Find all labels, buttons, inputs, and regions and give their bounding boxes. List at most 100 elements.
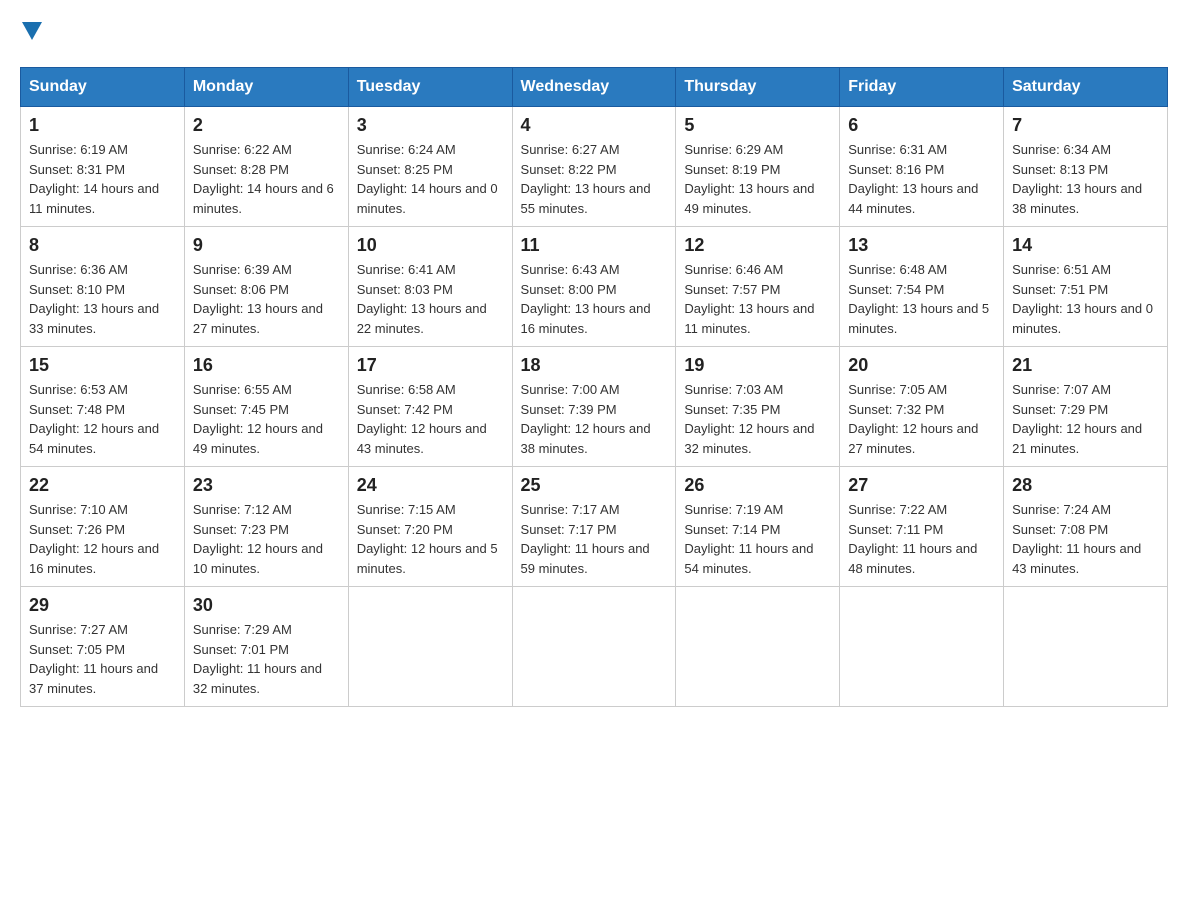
day-number: 17 [357, 355, 504, 376]
day-info: Sunrise: 6:31 AMSunset: 8:16 PMDaylight:… [848, 140, 995, 218]
day-number: 21 [1012, 355, 1159, 376]
table-row: 8 Sunrise: 6:36 AMSunset: 8:10 PMDaylight… [21, 227, 185, 347]
day-info: Sunrise: 7:05 AMSunset: 7:32 PMDaylight:… [848, 380, 995, 458]
table-row [676, 587, 840, 707]
day-number: 29 [29, 595, 176, 616]
calendar-week-row: 22 Sunrise: 7:10 AMSunset: 7:26 PMDayligh… [21, 467, 1168, 587]
table-row: 25 Sunrise: 7:17 AMSunset: 7:17 PMDayligh… [512, 467, 676, 587]
col-tuesday: Tuesday [348, 68, 512, 107]
day-info: Sunrise: 7:22 AMSunset: 7:11 PMDaylight:… [848, 500, 995, 578]
day-info: Sunrise: 7:03 AMSunset: 7:35 PMDaylight:… [684, 380, 831, 458]
day-number: 16 [193, 355, 340, 376]
table-row: 19Sunrise: 7:03 AMSunset: 7:35 PMDayligh… [676, 347, 840, 467]
table-row: 12 Sunrise: 6:46 AMSunset: 7:57 PMDayligh… [676, 227, 840, 347]
day-number: 18 [521, 355, 668, 376]
day-info: Sunrise: 6:34 AMSunset: 8:13 PMDaylight:… [1012, 140, 1159, 218]
table-row: 23Sunrise: 7:12 AMSunset: 7:23 PMDayligh… [184, 467, 348, 587]
calendar-week-row: 1 Sunrise: 6:19 AMSunset: 8:31 PMDaylight… [21, 107, 1168, 227]
table-row: 1 Sunrise: 6:19 AMSunset: 8:31 PMDaylight… [21, 107, 185, 227]
day-info: Sunrise: 6:39 AMSunset: 8:06 PMDaylight:… [193, 260, 340, 338]
table-row [840, 587, 1004, 707]
table-row: 6 Sunrise: 6:31 AMSunset: 8:16 PMDaylight… [840, 107, 1004, 227]
calendar-week-row: 15Sunrise: 6:53 AMSunset: 7:48 PMDayligh… [21, 347, 1168, 467]
day-number: 8 [29, 235, 176, 256]
day-number: 11 [521, 235, 668, 256]
day-number: 2 [193, 115, 340, 136]
table-row: 16 Sunrise: 6:55 AMSunset: 7:45 PMDayligh… [184, 347, 348, 467]
day-number: 27 [848, 475, 995, 496]
table-row [512, 587, 676, 707]
table-row: 15Sunrise: 6:53 AMSunset: 7:48 PMDayligh… [21, 347, 185, 467]
day-number: 12 [684, 235, 831, 256]
calendar-week-row: 29 Sunrise: 7:27 AMSunset: 7:05 PMDayligh… [21, 587, 1168, 707]
day-info: Sunrise: 6:19 AMSunset: 8:31 PMDaylight:… [29, 140, 176, 218]
day-info: Sunrise: 6:58 AMSunset: 7:42 PMDaylight:… [357, 380, 504, 458]
table-row: 28 Sunrise: 7:24 AMSunset: 7:08 PMDayligh… [1004, 467, 1168, 587]
calendar-week-row: 8 Sunrise: 6:36 AMSunset: 8:10 PMDaylight… [21, 227, 1168, 347]
day-number: 25 [521, 475, 668, 496]
page-header [20, 20, 1168, 47]
table-row: 30 Sunrise: 7:29 AMSunset: 7:01 PMDayligh… [184, 587, 348, 707]
day-number: 5 [684, 115, 831, 136]
calendar-table: Sunday Monday Tuesday Wednesday Thursday… [20, 67, 1168, 707]
day-number: 13 [848, 235, 995, 256]
day-number: 28 [1012, 475, 1159, 496]
day-info: Sunrise: 6:51 AMSunset: 7:51 PMDaylight:… [1012, 260, 1159, 338]
day-info: Sunrise: 6:43 AMSunset: 8:00 PMDaylight:… [521, 260, 668, 338]
day-info: Sunrise: 7:00 AMSunset: 7:39 PMDaylight:… [521, 380, 668, 458]
day-info: Sunrise: 7:15 AMSunset: 7:20 PMDaylight:… [357, 500, 504, 578]
day-number: 4 [521, 115, 668, 136]
day-info: Sunrise: 7:19 AMSunset: 7:14 PMDaylight:… [684, 500, 831, 578]
table-row: 10 Sunrise: 6:41 AMSunset: 8:03 PMDayligh… [348, 227, 512, 347]
table-row: 24Sunrise: 7:15 AMSunset: 7:20 PMDayligh… [348, 467, 512, 587]
day-number: 14 [1012, 235, 1159, 256]
day-number: 1 [29, 115, 176, 136]
calendar-header-row: Sunday Monday Tuesday Wednesday Thursday… [21, 68, 1168, 107]
table-row [1004, 587, 1168, 707]
col-monday: Monday [184, 68, 348, 107]
table-row: 13Sunrise: 6:48 AMSunset: 7:54 PMDayligh… [840, 227, 1004, 347]
col-thursday: Thursday [676, 68, 840, 107]
day-info: Sunrise: 6:41 AMSunset: 8:03 PMDaylight:… [357, 260, 504, 338]
table-row: 3 Sunrise: 6:24 AMSunset: 8:25 PMDaylight… [348, 107, 512, 227]
day-number: 6 [848, 115, 995, 136]
day-number: 10 [357, 235, 504, 256]
table-row: 7 Sunrise: 6:34 AMSunset: 8:13 PMDaylight… [1004, 107, 1168, 227]
day-number: 22 [29, 475, 176, 496]
day-info: Sunrise: 6:46 AMSunset: 7:57 PMDaylight:… [684, 260, 831, 338]
day-number: 30 [193, 595, 340, 616]
day-number: 23 [193, 475, 340, 496]
table-row: 27 Sunrise: 7:22 AMSunset: 7:11 PMDayligh… [840, 467, 1004, 587]
day-info: Sunrise: 6:24 AMSunset: 8:25 PMDaylight:… [357, 140, 504, 218]
table-row: 18 Sunrise: 7:00 AMSunset: 7:39 PMDayligh… [512, 347, 676, 467]
day-info: Sunrise: 6:27 AMSunset: 8:22 PMDaylight:… [521, 140, 668, 218]
table-row: 14 Sunrise: 6:51 AMSunset: 7:51 PMDayligh… [1004, 227, 1168, 347]
day-number: 7 [1012, 115, 1159, 136]
day-info: Sunrise: 6:29 AMSunset: 8:19 PMDaylight:… [684, 140, 831, 218]
day-number: 20 [848, 355, 995, 376]
table-row: 11 Sunrise: 6:43 AMSunset: 8:00 PMDayligh… [512, 227, 676, 347]
day-info: Sunrise: 6:53 AMSunset: 7:48 PMDaylight:… [29, 380, 176, 458]
day-info: Sunrise: 7:10 AMSunset: 7:26 PMDaylight:… [29, 500, 176, 578]
day-number: 9 [193, 235, 340, 256]
day-info: Sunrise: 6:22 AMSunset: 8:28 PMDaylight:… [193, 140, 340, 218]
col-friday: Friday [840, 68, 1004, 107]
day-info: Sunrise: 6:36 AMSunset: 8:10 PMDaylight:… [29, 260, 176, 338]
table-row: 21 Sunrise: 7:07 AMSunset: 7:29 PMDayligh… [1004, 347, 1168, 467]
table-row: 5 Sunrise: 6:29 AMSunset: 8:19 PMDaylight… [676, 107, 840, 227]
table-row [348, 587, 512, 707]
day-info: Sunrise: 6:55 AMSunset: 7:45 PMDaylight:… [193, 380, 340, 458]
table-row: 20 Sunrise: 7:05 AMSunset: 7:32 PMDayligh… [840, 347, 1004, 467]
day-info: Sunrise: 7:17 AMSunset: 7:17 PMDaylight:… [521, 500, 668, 578]
table-row: 26Sunrise: 7:19 AMSunset: 7:14 PMDayligh… [676, 467, 840, 587]
table-row: 4 Sunrise: 6:27 AMSunset: 8:22 PMDaylight… [512, 107, 676, 227]
day-info: Sunrise: 7:27 AMSunset: 7:05 PMDaylight:… [29, 620, 176, 698]
day-info: Sunrise: 7:07 AMSunset: 7:29 PMDaylight:… [1012, 380, 1159, 458]
col-sunday: Sunday [21, 68, 185, 107]
day-number: 3 [357, 115, 504, 136]
table-row: 9 Sunrise: 6:39 AMSunset: 8:06 PMDaylight… [184, 227, 348, 347]
table-row: 2 Sunrise: 6:22 AMSunset: 8:28 PMDaylight… [184, 107, 348, 227]
day-info: Sunrise: 7:29 AMSunset: 7:01 PMDaylight:… [193, 620, 340, 698]
day-info: Sunrise: 7:24 AMSunset: 7:08 PMDaylight:… [1012, 500, 1159, 578]
table-row: 29 Sunrise: 7:27 AMSunset: 7:05 PMDayligh… [21, 587, 185, 707]
